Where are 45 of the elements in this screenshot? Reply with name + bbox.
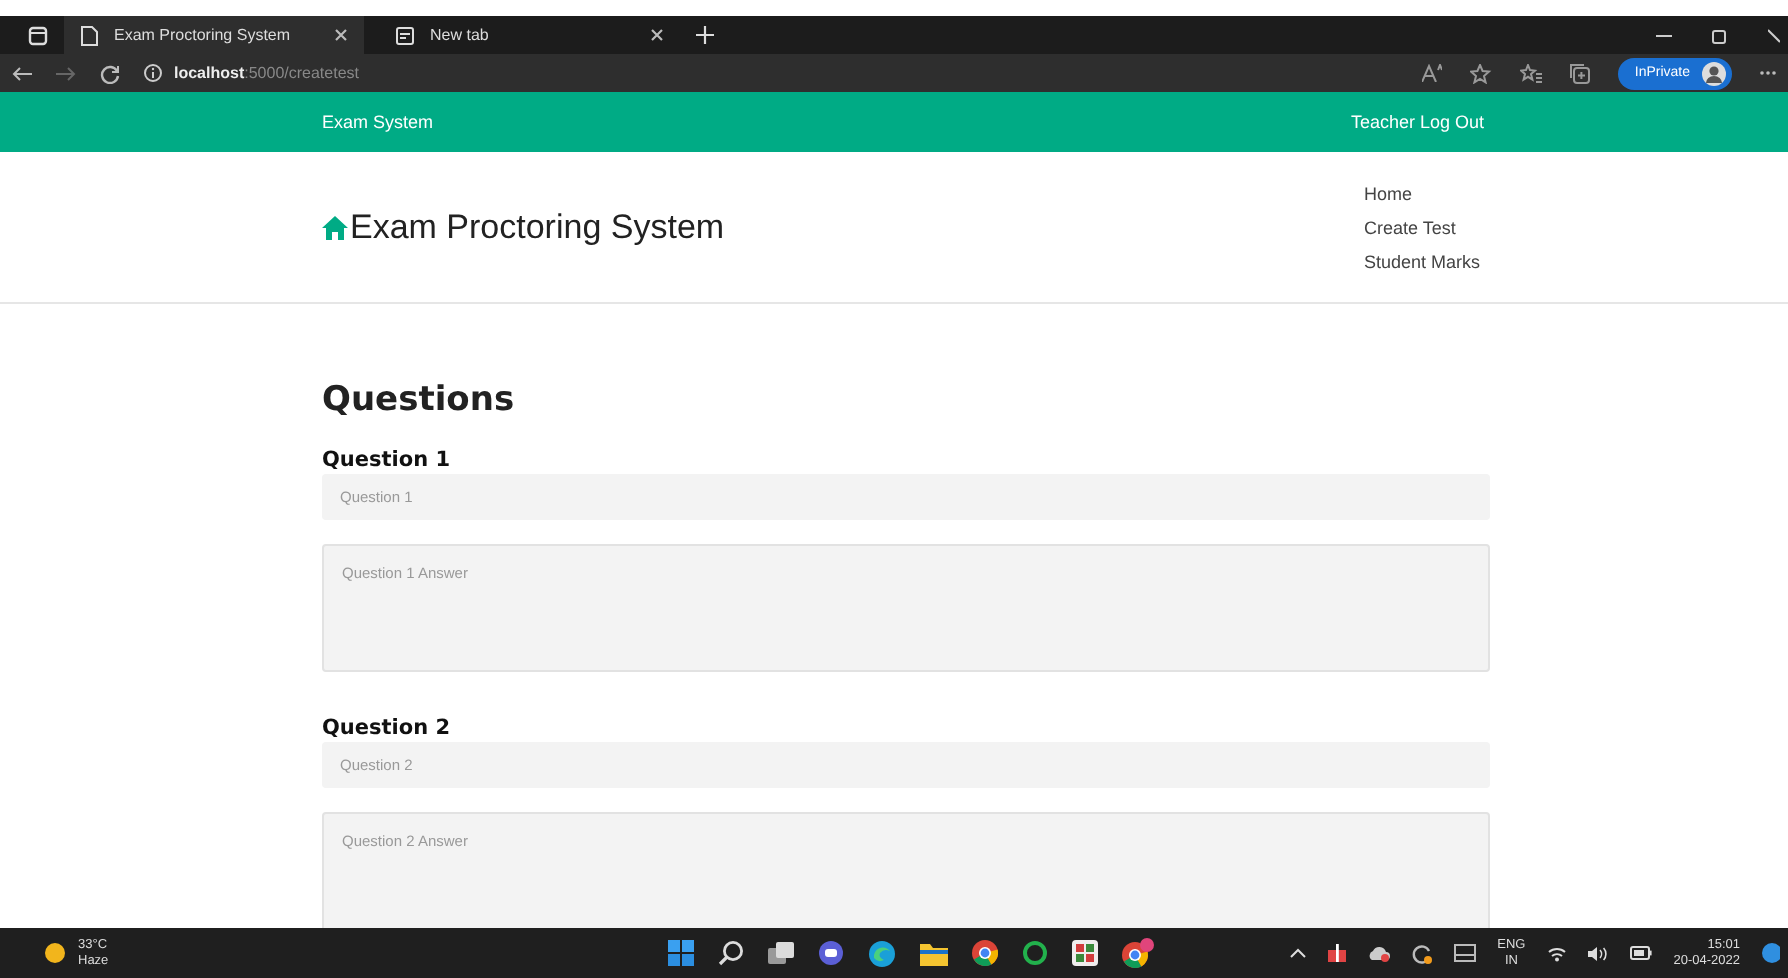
info-icon <box>144 64 162 82</box>
home-icon <box>322 215 348 239</box>
volume-icon[interactable] <box>1587 945 1608 961</box>
section-heading: Questions <box>322 380 517 420</box>
read-aloud-icon[interactable] <box>1422 64 1443 82</box>
more-icon[interactable] <box>1760 70 1776 76</box>
favorites-list-icon[interactable] <box>1520 63 1543 83</box>
sun-icon <box>44 942 66 964</box>
question-label: Question 2 <box>322 716 453 740</box>
forward-icon[interactable] <box>56 65 76 81</box>
tab-actions-icon[interactable] <box>28 25 48 45</box>
page-icon <box>80 25 98 45</box>
avatar-icon <box>1702 61 1726 85</box>
plus-icon[interactable] <box>696 26 714 44</box>
restore-icon[interactable] <box>1712 27 1728 43</box>
browser-tab[interactable]: Exam Proctoring System <box>64 16 364 54</box>
question-label: Question 1 <box>322 448 453 472</box>
chrome-icon[interactable] <box>1122 938 1154 968</box>
favorite-icon[interactable] <box>1470 63 1493 83</box>
new-tab-icon <box>396 25 414 45</box>
folder-icon[interactable] <box>920 941 948 965</box>
start-icon[interactable] <box>668 940 694 966</box>
sync-icon[interactable] <box>1411 943 1432 963</box>
collections-icon[interactable] <box>1570 63 1591 83</box>
gift-icon[interactable] <box>1327 944 1346 962</box>
app-icon[interactable] <box>1072 940 1098 966</box>
drive-icon[interactable] <box>1453 944 1476 962</box>
chrome-icon[interactable] <box>972 940 998 966</box>
site-title: Exam Proctoring System <box>350 207 725 247</box>
battery-icon[interactable] <box>1629 946 1652 960</box>
menu-link[interactable]: Student Marks <box>1364 251 1788 271</box>
ring-icon[interactable] <box>1022 940 1048 966</box>
cloud-icon[interactable] <box>1367 944 1390 962</box>
refresh-icon[interactable] <box>100 63 120 83</box>
back-icon[interactable] <box>12 65 32 81</box>
search-icon[interactable] <box>718 940 744 966</box>
wifi-icon[interactable] <box>1547 945 1566 961</box>
menu-link[interactable]: Create Test <box>1364 217 1788 237</box>
chat-icon[interactable] <box>818 940 844 966</box>
notification-icon[interactable] <box>1762 942 1780 964</box>
menu-link[interactable]: Home <box>1364 183 1788 203</box>
caret-icon[interactable] <box>1289 948 1306 958</box>
edge-icon[interactable] <box>868 939 896 967</box>
browser-tab[interactable]: New tab <box>380 16 680 54</box>
task-view-icon[interactable] <box>768 940 794 966</box>
